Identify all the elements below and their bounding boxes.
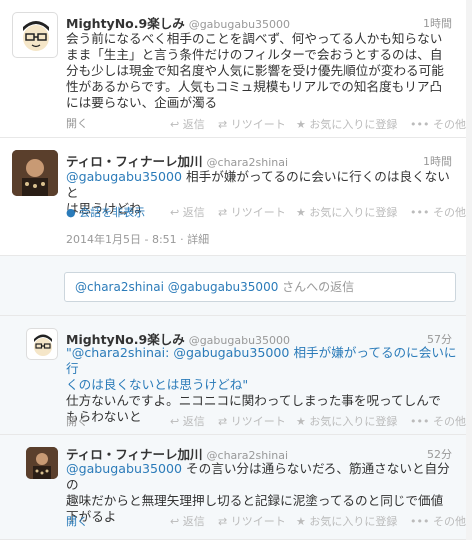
star-icon: ★ <box>296 118 306 131</box>
favorite-button[interactable]: ★ お気に入りに登録 <box>296 204 397 220</box>
text-line: 仕方ないんですよ。ニコニコに関わってしまった事を呪ってしんで <box>66 393 441 408</box>
reply-icon: ↩ <box>170 515 180 528</box>
more-icon: ••• <box>410 415 430 428</box>
text-line: 分も少しは現金で知名度や人気に影響を受け優先順位が変わる可能 <box>66 63 444 78</box>
favorite-button[interactable]: ★ お気に入りに登録 <box>296 413 397 429</box>
retweet-icon: ⇄ <box>218 206 228 219</box>
avatar[interactable] <box>26 328 58 360</box>
reply-button[interactable]: ↩ 返信 <box>170 204 205 220</box>
user-name[interactable]: ティロ・フィナーレ加川 <box>66 154 203 169</box>
retweet-icon: ⇄ <box>218 515 228 528</box>
reply-icon: ↩ <box>170 206 180 219</box>
more-button[interactable]: ••• その他 <box>410 413 466 429</box>
person-photo-icon <box>12 150 58 196</box>
tweet-text: 会う前になるべく相手のことを調べず、何やってる人かも知らない まま「生主」と言う… <box>66 31 456 111</box>
reply-tweet-item[interactable]: ティロ・フィナーレ加川 @chara2shinai 52分 @gabugabu35… <box>0 435 466 540</box>
more-icon: ••• <box>410 206 430 219</box>
user-handle[interactable]: @gabugabu35000 <box>189 18 290 31</box>
text-line: 性があるからです。人気もコミュ規模もリアルでの知名度もリア凸 <box>66 79 443 94</box>
retweet-icon: ⇄ <box>218 415 228 428</box>
user-name[interactable]: ティロ・フィナーレ加川 <box>66 447 203 462</box>
retweet-button[interactable]: ⇄ リツイート <box>218 513 286 529</box>
reply-icon: ↩ <box>170 415 180 428</box>
mention-link[interactable]: @gabugabu35000 <box>66 461 182 476</box>
avatar[interactable] <box>12 150 58 196</box>
retweet-button[interactable]: ⇄ リツイート <box>218 413 286 429</box>
more-icon: ••• <box>410 515 430 528</box>
favorite-button[interactable]: ★ お気に入りに登録 <box>296 116 397 132</box>
more-button[interactable]: ••• その他 <box>410 116 466 132</box>
text-line: 会う前になるべく相手のことを調べず、何やってる人かも知らない <box>66 31 443 46</box>
star-icon: ★ <box>296 515 306 528</box>
reply-tweet-item[interactable]: MightyNo.9楽しみ @gabugabu35000 57分 "@chara2… <box>0 316 466 435</box>
star-icon: ★ <box>296 415 306 428</box>
glasses-face-icon <box>23 21 49 51</box>
reply-area: @chara2shinai @gabugabu35000 さんへの返信 <box>0 256 466 316</box>
tweet-time[interactable]: 1時間 <box>423 15 452 31</box>
star-icon: ★ <box>296 206 306 219</box>
user-name[interactable]: MightyNo.9楽しみ <box>66 16 185 31</box>
details-link[interactable]: 詳細 <box>187 233 209 246</box>
more-icon: ••• <box>410 118 430 131</box>
more-button[interactable]: ••• その他 <box>410 204 466 220</box>
more-button[interactable]: ••• その他 <box>410 513 466 529</box>
conversation-timeline: MightyNo.9楽しみ @gabugabu35000 1時間 会う前になるべく… <box>0 0 466 540</box>
tweet-time[interactable]: 1時間 <box>423 153 452 169</box>
tweet-item-expanded[interactable]: ティロ・フィナーレ加川 @chara2shinai 1時間 @gabugabu35… <box>0 138 466 256</box>
retweet-button[interactable]: ⇄ リツイート <box>218 204 286 220</box>
reply-icon: ↩ <box>170 118 180 131</box>
tweet-item[interactable]: MightyNo.9楽しみ @gabugabu35000 1時間 会う前になるべく… <box>0 0 466 138</box>
text-line: 趣味だからと無理矢理押し切ると記録に泥塗ってるのと同じで価値 <box>66 493 444 508</box>
tweet-time[interactable]: 52分 <box>427 446 452 462</box>
quoted-text: くのは良くないとは思うけどね" <box>66 377 249 392</box>
text-line: には要らない、企画が濁る <box>66 95 218 110</box>
retweet-button[interactable]: ⇄ リツイート <box>218 116 286 132</box>
person-photo-icon <box>26 447 58 479</box>
mention-link[interactable]: @gabugabu35000 <box>66 169 182 184</box>
text-line: まま「生主」と言う条件だけのフィルターで会おうとするのは、自 <box>66 47 443 62</box>
glasses-face-icon <box>34 334 52 356</box>
quoted-text: "@chara2shinai: @gabugabu35000 相手が嫌がってるの… <box>66 345 457 376</box>
favorite-button[interactable]: ★ お気に入りに登録 <box>296 513 397 529</box>
user-handle[interactable]: @chara2shinai <box>207 156 289 169</box>
reply-button[interactable]: ↩ 返信 <box>170 513 205 529</box>
tweet-timestamp: 2014年1月5日 - 8:51 <box>66 233 177 246</box>
avatar[interactable] <box>26 447 58 479</box>
reply-input[interactable]: @chara2shinai @gabugabu35000 さんへの返信 <box>64 272 456 302</box>
reply-button[interactable]: ↩ 返信 <box>170 116 205 132</box>
reply-button[interactable]: ↩ 返信 <box>170 413 205 429</box>
scrollbar-track[interactable] <box>466 0 472 540</box>
retweet-icon: ⇄ <box>218 118 228 131</box>
avatar[interactable] <box>12 12 58 58</box>
